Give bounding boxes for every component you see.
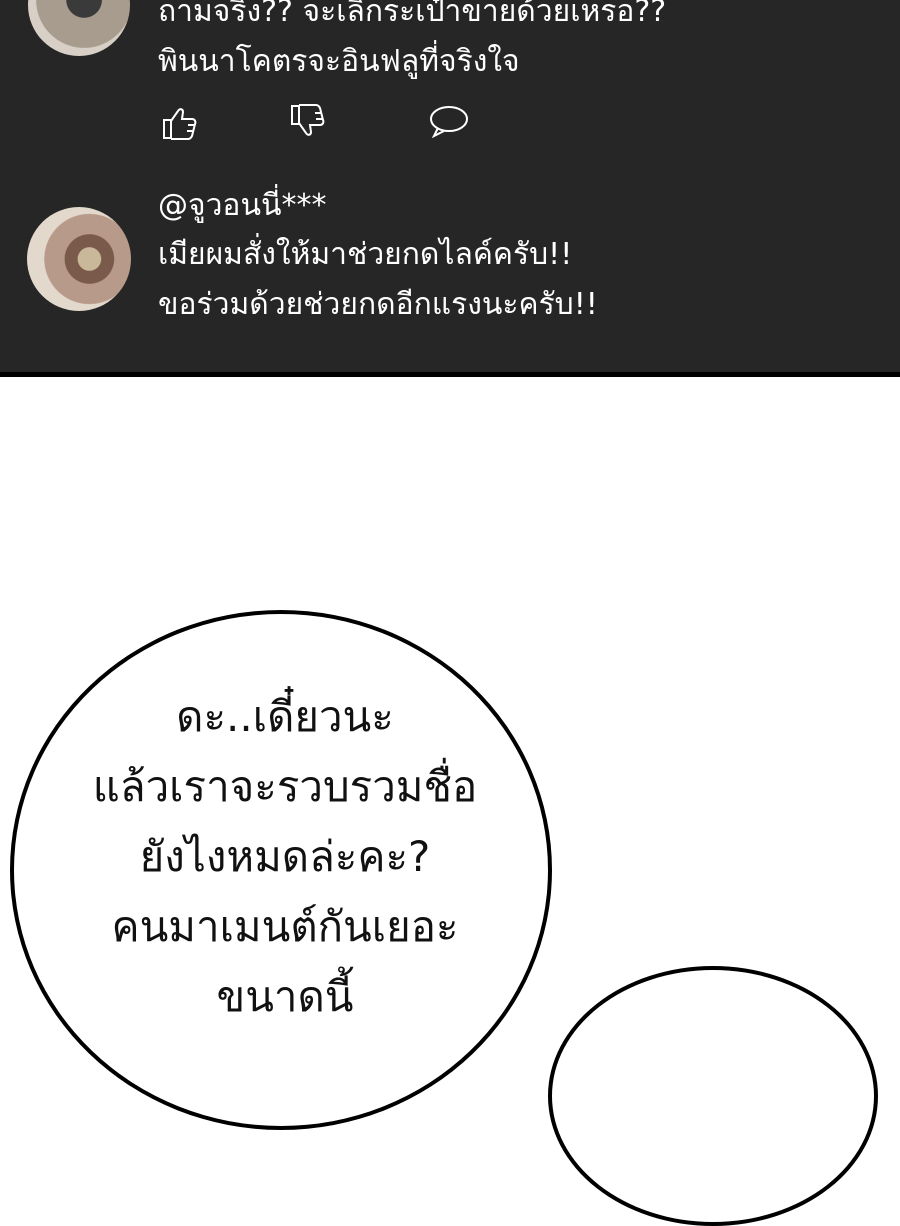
thumbs-up-icon[interactable] (158, 100, 202, 144)
thumbs-down-icon[interactable] (286, 100, 330, 144)
comment-line: ถามจริง?? จะเลิกระเป๋าขายด้วยเหรอ?? (158, 0, 667, 29)
bubble-line: ดะ..เดี๋ยวนะ (176, 692, 394, 741)
comment-text: ถามจริง?? จะเลิกระเป๋าขายด้วยเหรอ?? พินน… (158, 0, 666, 87)
comment-line: เมียผมสั่งให้มาช่วยกดไลค์ครับ!! (158, 237, 573, 272)
bubble-line: ยังไงหมดล่ะคะ? (139, 832, 431, 881)
speech-bubble (548, 966, 878, 1226)
commenter-avatar[interactable] (27, 207, 131, 311)
bubble-line: แล้วเราจะรวบรวมชื่อ (92, 762, 478, 811)
bubble-line: คนมาเมนต์กันเยอะ (111, 902, 459, 951)
comment-line: พินนาโคตรจะอินฟลูที่จริงใจ (158, 44, 520, 79)
commenter-avatar[interactable] (28, 0, 130, 56)
comment-line: ขอร่วมด้วยช่วยกดอีกแรงนะครับ!! (158, 287, 598, 322)
speech-bubble-text: ดะ..เดี๋ยวนะ แล้วเราจะรวบรวมชื่อ ยังไงหม… (10, 682, 560, 1032)
comment-panel: ถามจริง?? จะเลิกระเป๋าขายด้วยเหรอ?? พินน… (0, 0, 900, 377)
comment-text: เมียผมสั่งให้มาช่วยกดไลค์ครับ!! ขอร่วมด้… (158, 230, 598, 330)
reply-bubble-icon[interactable] (426, 100, 470, 144)
comment-actions (158, 100, 478, 150)
comment-username[interactable]: @จูวอนนี่*** (158, 182, 326, 229)
bubble-line: ขนาดนี้ (216, 972, 354, 1021)
